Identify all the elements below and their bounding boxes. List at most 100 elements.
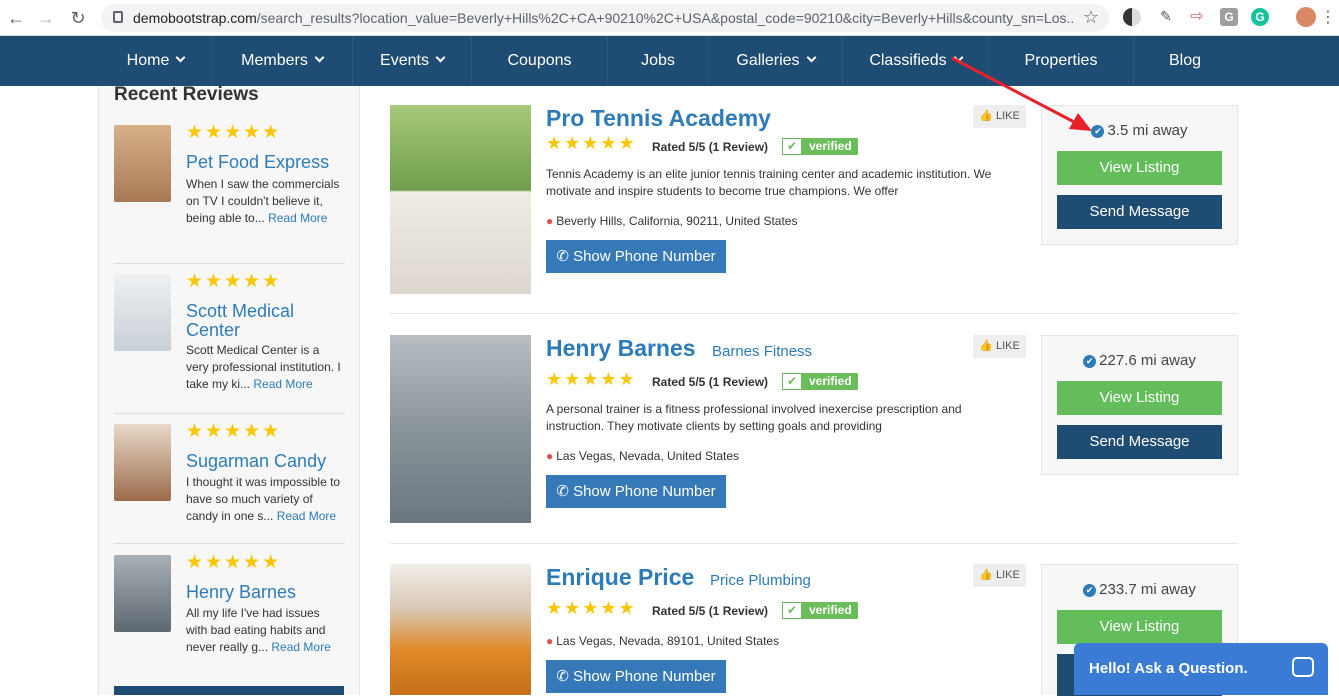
extension-g-icon[interactable]: G xyxy=(1220,8,1238,26)
nav-classifieds[interactable]: Classifieds xyxy=(843,36,989,86)
phone-icon: ✆ xyxy=(556,483,574,500)
listing-photo[interactable] xyxy=(390,335,531,523)
distance-text: ✔ 227.6 mi away xyxy=(1042,352,1237,369)
check-icon: ✔ xyxy=(782,138,802,155)
distance-value: 227.6 mi away xyxy=(1099,352,1196,369)
view-listing-button[interactable]: View Listing xyxy=(1057,151,1222,185)
nav-events[interactable]: Events xyxy=(353,36,472,86)
verified-label: verified xyxy=(809,139,852,153)
listing-card: Pro Tennis Academy ★★★★★ Rated 5/5 (1 Re… xyxy=(390,105,1238,314)
profile-avatar[interactable] xyxy=(1296,7,1316,27)
chevron-down-icon xyxy=(953,52,964,63)
listing-photo[interactable] xyxy=(390,105,531,294)
phone-icon: ✆ xyxy=(556,668,574,685)
show-phone-button[interactable]: ✆ Show Phone Number xyxy=(546,475,726,508)
chat-widget[interactable]: Hello! Ask a Question. xyxy=(1074,643,1328,695)
verified-badge: ✔ verified xyxy=(782,373,858,390)
company-link[interactable]: Price Plumbing xyxy=(710,572,811,589)
menu-kebab-icon[interactable]: ⋮ xyxy=(1316,6,1339,30)
chat-label: Hello! Ask a Question. xyxy=(1089,660,1248,677)
check-circle-icon: ✔ xyxy=(1083,584,1097,597)
listing-card: Henry Barnes Barnes Fitness ★★★★★ Rated … xyxy=(390,335,1238,544)
send-message-button[interactable]: Send Message xyxy=(1057,425,1222,459)
view-listing-button[interactable]: View Listing xyxy=(1057,381,1222,415)
review-thumbnail[interactable] xyxy=(114,125,171,202)
review-title-link[interactable]: Sugarman Candy xyxy=(186,452,326,471)
review-title-link[interactable]: Henry Barnes xyxy=(186,583,296,602)
check-circle-icon: ✔ xyxy=(1091,125,1105,138)
read-more-link[interactable]: Read More xyxy=(253,377,312,391)
reload-icon[interactable]: ↻ xyxy=(66,6,90,30)
chat-bubble-icon xyxy=(1292,657,1314,677)
nav-home[interactable]: Home xyxy=(100,36,212,86)
read-more-link[interactable]: Read More xyxy=(277,509,336,523)
read-more-link[interactable]: Read More xyxy=(268,211,327,225)
thumbs-up-icon: 👍 xyxy=(979,110,996,122)
nav-label: Classifieds xyxy=(869,52,947,69)
extension-contrast-icon[interactable] xyxy=(1123,8,1141,26)
nav-jobs[interactable]: Jobs xyxy=(608,36,709,86)
rating-text: Rated 5/5 (1 Review) xyxy=(652,375,769,389)
company-link[interactable]: Barnes Fitness xyxy=(712,343,812,360)
distance-text: ✔ 3.5 mi away xyxy=(1042,122,1237,139)
nav-coupons[interactable]: Coupons xyxy=(472,36,608,86)
bookmark-star-icon[interactable]: ☆ xyxy=(1083,7,1099,28)
nav-blog[interactable]: Blog xyxy=(1134,36,1236,86)
phone-button-label: Show Phone Number xyxy=(573,483,716,500)
extension-eyedropper-icon[interactable]: ✎ xyxy=(1157,8,1175,26)
read-more-link[interactable]: Read More xyxy=(271,640,330,654)
review-title-link[interactable]: Scott Medical Center xyxy=(186,302,336,340)
chevron-down-icon xyxy=(314,52,325,63)
review-thumbnail[interactable] xyxy=(114,555,171,632)
listing-location: ● Las Vegas, Nevada, United States xyxy=(546,449,739,463)
review-thumbnail[interactable] xyxy=(114,424,171,501)
rating-text: Rated 5/5 (1 Review) xyxy=(652,140,769,154)
listing-title-link[interactable]: Henry Barnes xyxy=(546,335,696,362)
review-title-link[interactable]: Pet Food Express xyxy=(186,153,329,172)
send-message-button[interactable]: Send Message xyxy=(1057,195,1222,229)
listing-stars: ★★★★★ xyxy=(546,598,637,618)
verified-label: verified xyxy=(809,603,852,617)
review-stars: ★★★★★ xyxy=(186,122,282,143)
listing-title-link[interactable]: Pro Tennis Academy xyxy=(546,105,771,132)
review-excerpt: When I saw the commercials on TV I could… xyxy=(186,176,341,227)
check-icon: ✔ xyxy=(782,602,802,619)
show-phone-button[interactable]: ✆ Show Phone Number xyxy=(546,660,726,693)
check-icon: ✔ xyxy=(782,373,802,390)
review-excerpt: All my life I've had issues with bad eat… xyxy=(186,605,341,656)
back-icon[interactable]: ← xyxy=(4,6,28,30)
listing-title-link[interactable]: Enrique Price xyxy=(546,564,694,591)
nav-members[interactable]: Members xyxy=(212,36,353,86)
verified-badge: ✔ verified xyxy=(782,138,858,155)
like-button[interactable]: 👍 LIKE xyxy=(973,564,1026,587)
nav-properties[interactable]: Properties xyxy=(989,36,1134,86)
address-bar[interactable]: demobootstrap.com/search_results?locatio… xyxy=(101,4,1109,32)
url-text[interactable]: demobootstrap.com/search_results?locatio… xyxy=(133,10,1073,26)
sidebar-next-widget xyxy=(114,686,344,695)
review-thumbnail[interactable] xyxy=(114,274,171,351)
like-button[interactable]: 👍 LIKE xyxy=(973,105,1026,128)
lock-icon xyxy=(113,11,123,23)
nav-label: Coupons xyxy=(507,52,572,69)
nav-galleries[interactable]: Galleries xyxy=(709,36,843,86)
nav-label: Galleries xyxy=(736,52,800,69)
extension-cast-icon[interactable]: ⇨ xyxy=(1188,8,1206,26)
show-phone-button[interactable]: ✆ Show Phone Number xyxy=(546,240,726,273)
sidebar-title: Recent Reviews xyxy=(114,84,259,105)
nav-label: Jobs xyxy=(641,52,675,69)
listing-stars: ★★★★★ xyxy=(546,133,637,153)
check-circle-icon: ✔ xyxy=(1083,355,1097,368)
view-listing-button[interactable]: View Listing xyxy=(1057,610,1222,644)
forward-icon[interactable]: → xyxy=(34,6,58,30)
like-label: LIKE xyxy=(995,569,1020,581)
like-button[interactable]: 👍 LIKE xyxy=(973,335,1026,358)
nav-label: Blog xyxy=(1168,52,1202,69)
chevron-down-icon xyxy=(806,52,817,63)
listing-photo[interactable] xyxy=(390,564,531,695)
review-item: ★★★★★ Sugarman Candy I thought it was im… xyxy=(114,421,345,544)
map-marker-icon: ● xyxy=(546,634,554,648)
extension-grammarly-icon[interactable]: G xyxy=(1251,8,1269,26)
like-label: LIKE xyxy=(995,340,1020,352)
nav-label: Home xyxy=(126,52,170,69)
phone-button-label: Show Phone Number xyxy=(573,668,716,685)
